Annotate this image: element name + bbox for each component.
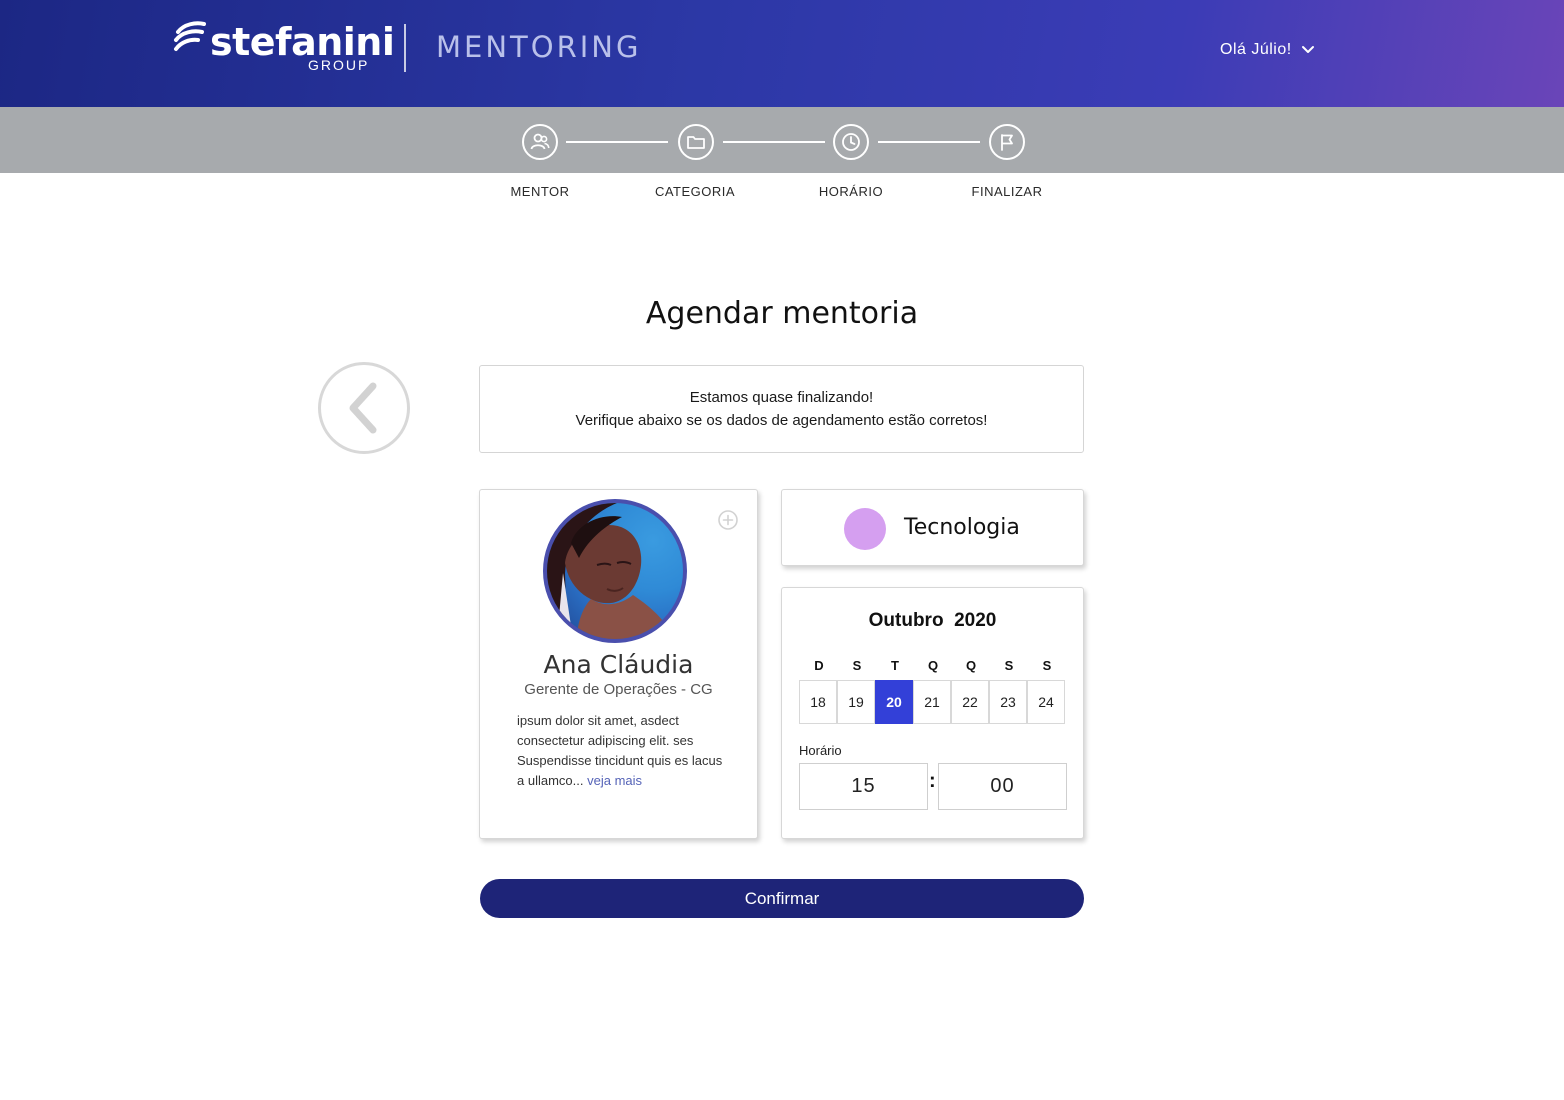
flag-icon xyxy=(1001,134,1013,151)
logo-group-text: GROUP xyxy=(308,57,370,73)
page-title: Agendar mentoria xyxy=(645,296,919,331)
step-label-mentor: MENTOR xyxy=(510,184,570,199)
weekday-label: T xyxy=(891,658,899,673)
weekday-label: S xyxy=(852,658,862,673)
folder-icon xyxy=(687,136,705,149)
chevron-down-icon xyxy=(1301,46,1314,53)
step-mentor[interactable] xyxy=(522,124,558,160)
user-menu[interactable]: Olá Júlio! xyxy=(1220,38,1316,62)
calendar-day[interactable]: 23 xyxy=(989,680,1027,724)
category-card: Tecnologia xyxy=(781,489,1084,566)
hour-input[interactable]: 15 xyxy=(799,763,928,810)
confirm-button[interactable]: Confirmar xyxy=(480,879,1084,918)
mentor-bio: ipsum dolor sit amet, asdect consectetur… xyxy=(517,711,727,791)
header-divider xyxy=(404,24,406,72)
plus-circle-icon[interactable] xyxy=(717,509,739,531)
mentor-card: Ana Cláudia Gerente de Operações - CG ip… xyxy=(479,489,758,839)
calendar-day[interactable]: 22 xyxy=(951,680,989,724)
weekday-label: S xyxy=(1042,658,1052,673)
clock-icon xyxy=(842,133,860,151)
logo-swoosh-icon xyxy=(174,21,206,51)
calendar-day-selected[interactable]: 20 xyxy=(875,680,913,724)
mentor-photo xyxy=(547,503,673,639)
category-color-dot xyxy=(844,508,886,550)
info-message-line2: Verifique abaixo se os dados de agendame… xyxy=(575,412,988,429)
mentor-role: Gerente de Operações - CG xyxy=(524,681,713,698)
stepper-bar xyxy=(0,107,1564,173)
calendar-day[interactable]: 18 xyxy=(799,680,837,724)
user-greeting: Olá Júlio! xyxy=(1220,41,1292,58)
back-button[interactable] xyxy=(318,362,410,454)
step-label-horario: HORÁRIO xyxy=(818,184,884,199)
mentor-name: Ana Cláudia xyxy=(543,650,694,679)
step-categoria[interactable] xyxy=(678,124,714,160)
calendar-day[interactable]: 19 xyxy=(837,680,875,724)
info-message-box: Estamos quase finalizando! Verifique aba… xyxy=(479,365,1084,453)
people-icon xyxy=(530,133,550,150)
avatar xyxy=(543,499,687,643)
category-name: Tecnologia xyxy=(904,515,1020,540)
step-connector xyxy=(723,141,825,143)
weekday-label: D xyxy=(814,658,824,673)
calendar-month-year: Outubro 2020 xyxy=(868,610,997,631)
step-horario[interactable] xyxy=(833,124,869,160)
step-connector xyxy=(878,141,980,143)
step-finalizar[interactable] xyxy=(989,124,1025,160)
step-label-categoria: CATEGORIA xyxy=(654,184,736,199)
app-title: MENTORING xyxy=(436,30,642,64)
see-more-link[interactable]: veja mais xyxy=(587,773,642,788)
weekday-label: S xyxy=(1004,658,1014,673)
weekday-label: Q xyxy=(927,658,939,673)
step-label-finalizar: FINALIZAR xyxy=(971,184,1043,199)
calendar-day[interactable]: 21 xyxy=(913,680,951,724)
time-label: Horário xyxy=(799,743,842,758)
minute-input[interactable]: 00 xyxy=(938,763,1067,810)
info-message-line1: Estamos quase finalizando! xyxy=(689,389,874,406)
schedule-card: Outubro 2020 D S T Q Q S S 18 19 20 21 2… xyxy=(781,587,1084,839)
calendar-day[interactable]: 24 xyxy=(1027,680,1065,724)
stefanini-logo[interactable]: stefanini GROUP xyxy=(172,20,395,80)
weekday-label: Q xyxy=(965,658,977,673)
time-separator: : xyxy=(929,770,936,792)
app-header: stefanini GROUP MENTORING Olá Júlio! xyxy=(0,0,1564,107)
chevron-left-icon xyxy=(349,382,377,434)
step-connector xyxy=(566,141,668,143)
